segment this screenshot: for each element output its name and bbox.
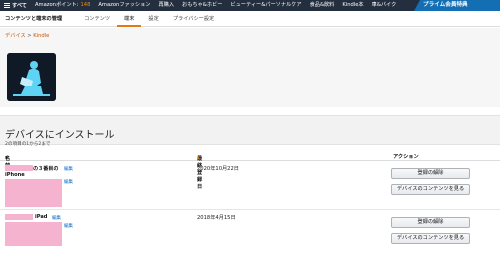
deregister-button[interactable]: 登録の解除: [391, 217, 470, 228]
points-label: Amazonポイント:: [35, 2, 79, 8]
nav-item-fashion[interactable]: Amazonファッション: [94, 0, 154, 11]
redacted-name: [5, 165, 33, 171]
all-menu-label: すべて: [12, 3, 27, 9]
device-name-suffix: iPad: [35, 214, 48, 220]
nav-item-kindle[interactable]: Kindle本: [338, 0, 367, 11]
breadcrumb-devices-link[interactable]: デバイス: [5, 33, 26, 39]
tab-devices[interactable]: 端末: [117, 11, 142, 27]
nav-item-toys[interactable]: おもちゃ&ホビー: [178, 0, 226, 11]
table-row: iPad 編集 編集 2018年4月15日 登録の解除 デバイスのコンテンツを見…: [0, 211, 500, 254]
device-name-suffix: の３番目の: [33, 166, 59, 172]
column-action-header: アクション: [393, 154, 419, 160]
breadcrumb-current: Kindle: [33, 33, 50, 39]
top-nav-bar: すべて Amazonポイント: 148 Amazonファッション 再購入 おもちゃ…: [0, 0, 500, 11]
nav-item-food[interactable]: 食品&飲料: [306, 0, 339, 11]
device-name-line2: iPhone: [5, 172, 25, 178]
installed-devices-section: デバイスにインストール 2の項目の1から2まで 名前▾ 最終登録日 ▴ アクショ…: [0, 107, 500, 254]
nav-item-car[interactable]: 車&バイク: [368, 0, 401, 11]
sort-down-icon: ▾: [5, 155, 8, 161]
points-link[interactable]: Amazonポイント: 148: [31, 0, 94, 11]
tab-privacy-settings[interactable]: プライバシー設定: [166, 11, 221, 27]
section-title: デバイスにインストール: [5, 130, 115, 141]
view-device-content-button[interactable]: デバイスのコンテンツを見る: [391, 233, 470, 244]
prime-benefits-link[interactable]: プライム会員特典: [414, 0, 500, 11]
sort-up-icon: ▴: [197, 155, 200, 161]
kindle-reader-icon: [7, 53, 56, 101]
table-header: 名前▾ 最終登録日 ▴ アクション: [0, 151, 500, 190]
section-header: デバイスにインストール: [0, 115, 500, 145]
item-count: 2の項目の1から2まで: [5, 142, 51, 147]
page-title: コンテンツと端末の管理: [5, 16, 63, 22]
edit-details-link[interactable]: 編集: [64, 179, 73, 185]
edit-details-link[interactable]: 編集: [64, 223, 73, 229]
points-value: 148: [80, 2, 91, 8]
breadcrumb-separator: >: [27, 33, 32, 39]
device-header: デバイス > Kindle: [0, 28, 500, 107]
content-device-tabs: コンテンツと端末の管理 コンテンツ 端末 設定 プライバシー設定: [0, 11, 500, 27]
nav-item-rebuy[interactable]: 再購入: [154, 0, 178, 11]
tab-content[interactable]: コンテンツ: [77, 11, 117, 27]
breadcrumb: デバイス > Kindle: [5, 32, 49, 39]
table-row: の３番目の 編集 iPhone 編集 2020年10月22日 登録の解除 デバイ…: [0, 162, 500, 210]
nav-item-beauty[interactable]: ビューティー&パーソナルケア: [226, 0, 305, 11]
tab-settings[interactable]: 設定: [141, 11, 165, 27]
hamburger-icon: [4, 3, 10, 8]
deregister-button[interactable]: 登録の解除: [391, 168, 470, 179]
registered-date: 2020年10月22日: [197, 166, 239, 172]
edit-name-link[interactable]: 編集: [64, 166, 73, 172]
registered-date: 2018年4月15日: [197, 215, 236, 221]
view-device-content-button[interactable]: デバイスのコンテンツを見る: [391, 184, 470, 195]
all-menu-button[interactable]: すべて: [0, 0, 31, 11]
redacted-name: [5, 214, 33, 220]
edit-name-link[interactable]: 編集: [52, 215, 61, 221]
redacted-details: [5, 222, 62, 246]
redacted-details: [5, 179, 62, 207]
